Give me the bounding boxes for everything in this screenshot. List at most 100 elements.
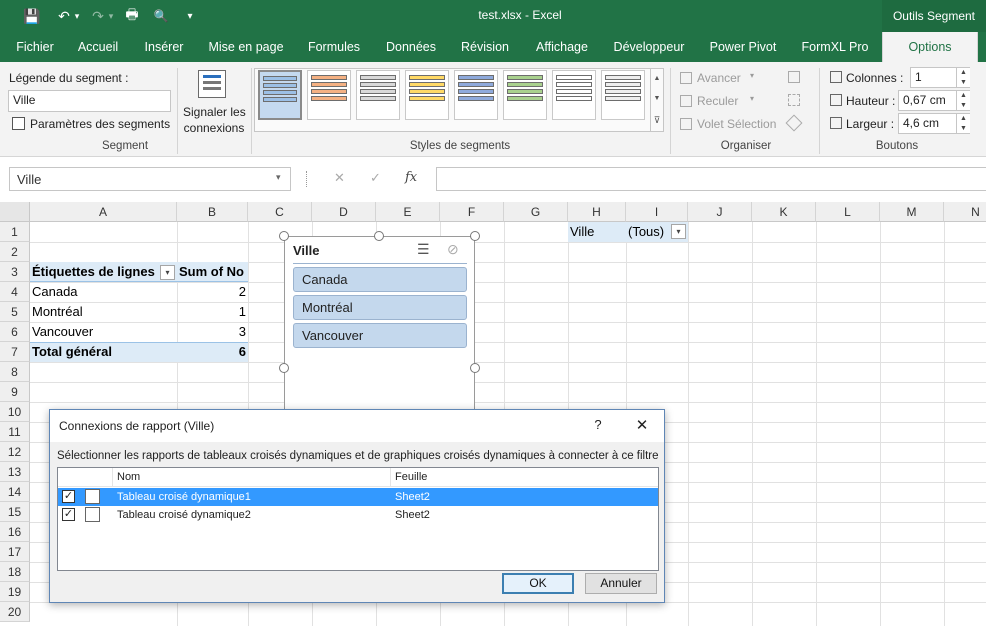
- row-header[interactable]: 12: [0, 442, 30, 462]
- slicer-style-swatch[interactable]: [258, 70, 302, 120]
- resize-handle[interactable]: [374, 231, 384, 241]
- resize-handle[interactable]: [279, 363, 289, 373]
- column-header-i[interactable]: I: [626, 202, 688, 222]
- row-header[interactable]: 3: [0, 262, 30, 282]
- save-icon[interactable]: 💾: [22, 6, 42, 26]
- tab-accueil[interactable]: Accueil: [66, 32, 130, 62]
- report-connections-button[interactable]: Signaler les: [183, 105, 246, 119]
- pivot-row-value[interactable]: 1: [177, 302, 248, 322]
- redo-icon[interactable]: ↷: [88, 6, 108, 26]
- pivot-filter-dropdown-icon[interactable]: ▾: [160, 265, 175, 280]
- formula-bar-grip[interactable]: [306, 171, 309, 187]
- list-header-name[interactable]: Nom: [113, 468, 391, 487]
- report-filter-value[interactable]: (Tous): [626, 222, 666, 242]
- close-button[interactable]: ✕: [632, 416, 652, 434]
- row-header[interactable]: 16: [0, 522, 30, 542]
- column-header-b[interactable]: B: [177, 202, 248, 222]
- slicer-style-swatch[interactable]: [405, 70, 449, 120]
- customize-qat-icon[interactable]: ▾: [180, 6, 200, 26]
- column-header-h[interactable]: H: [568, 202, 626, 222]
- send-backward-button[interactable]: Reculer: [697, 94, 738, 108]
- pivot-row-value[interactable]: 3: [177, 322, 248, 342]
- tab-developpeur[interactable]: Développeur: [604, 32, 694, 62]
- report-filter-field[interactable]: Ville: [568, 222, 596, 242]
- print-preview-icon[interactable]: 🔍: [151, 6, 171, 26]
- print-icon[interactable]: 🖶: [122, 6, 142, 26]
- slicer-style-swatch[interactable]: [454, 70, 498, 120]
- cancel-entry-icon[interactable]: ✕: [334, 170, 345, 186]
- pivot-row-label[interactable]: Vancouver: [30, 322, 95, 342]
- row-header[interactable]: 10: [0, 402, 30, 422]
- row-header[interactable]: 6: [0, 322, 30, 342]
- insert-function-icon[interactable]: fx: [405, 170, 417, 185]
- connection-checkbox[interactable]: ✓: [62, 490, 75, 503]
- bring-forward-dropdown-icon[interactable]: ▾: [750, 71, 754, 80]
- tab-mise-en-page[interactable]: Mise en page: [198, 32, 294, 62]
- resize-handle[interactable]: [470, 363, 480, 373]
- tab-affichage[interactable]: Affichage: [522, 32, 602, 62]
- column-header-e[interactable]: E: [376, 202, 440, 222]
- row-header[interactable]: 15: [0, 502, 30, 522]
- dialog-title-bar[interactable]: Connexions de rapport (Ville) ? ✕: [50, 410, 664, 442]
- columns-spinner[interactable]: ▲ ▼: [956, 68, 970, 87]
- slicer-style-swatch[interactable]: [356, 70, 400, 120]
- row-header[interactable]: 7: [0, 342, 30, 362]
- slicer-style-swatch[interactable]: [552, 70, 596, 120]
- tab-formules[interactable]: Formules: [296, 32, 372, 62]
- row-header[interactable]: 9: [0, 382, 30, 402]
- ok-button[interactable]: OK: [502, 573, 574, 594]
- tab-donnees[interactable]: Données: [374, 32, 448, 62]
- slicer-item[interactable]: Montréal: [293, 295, 467, 320]
- align-icon[interactable]: [788, 71, 800, 83]
- spin-up-icon[interactable]: ▲: [960, 115, 967, 122]
- cancel-button[interactable]: Annuler: [585, 573, 657, 594]
- tab-revision[interactable]: Révision: [450, 32, 520, 62]
- row-header[interactable]: 1: [0, 222, 30, 242]
- name-box-dropdown-icon[interactable]: ▾: [276, 172, 281, 183]
- undo-dropdown-icon[interactable]: ▾: [72, 6, 82, 26]
- pivot-row-label[interactable]: Montréal: [30, 302, 85, 322]
- column-header-k[interactable]: K: [752, 202, 816, 222]
- name-box[interactable]: Ville: [9, 167, 291, 191]
- column-header-f[interactable]: F: [440, 202, 504, 222]
- bring-forward-button[interactable]: Avancer: [697, 71, 741, 85]
- row-header[interactable]: 19: [0, 582, 30, 602]
- confirm-entry-icon[interactable]: ✓: [370, 170, 381, 186]
- slicer-style-swatch[interactable]: [307, 70, 351, 120]
- column-header-g[interactable]: G: [504, 202, 568, 222]
- row-header[interactable]: 14: [0, 482, 30, 502]
- pivot-sum-header[interactable]: Sum of No: [177, 262, 248, 282]
- tab-formxl-pro[interactable]: FormXL Pro: [792, 32, 878, 62]
- column-header-j[interactable]: J: [688, 202, 752, 222]
- slicer-ville[interactable]: Ville ☰ ⊘ Canada Montréal Vancouver: [284, 236, 475, 426]
- column-header-n[interactable]: N: [944, 202, 986, 222]
- slicer-style-swatch[interactable]: [601, 70, 645, 120]
- row-header[interactable]: 13: [0, 462, 30, 482]
- pivot-grand-total-value[interactable]: 6: [177, 342, 248, 362]
- row-header[interactable]: 20: [0, 602, 30, 622]
- spin-down-icon[interactable]: ▼: [960, 102, 967, 109]
- slicer-style-swatch[interactable]: [503, 70, 547, 120]
- list-item[interactable]: ✓ Tableau croisé dynamique2 Sheet2: [58, 506, 658, 524]
- height-spinner[interactable]: ▲ ▼: [956, 91, 970, 110]
- list-item[interactable]: ✓ Tableau croisé dynamique1 Sheet2: [58, 488, 658, 506]
- slicer-item[interactable]: Vancouver: [293, 323, 467, 348]
- width-spinner[interactable]: ▲ ▼: [956, 114, 970, 133]
- row-header[interactable]: 5: [0, 302, 30, 322]
- spin-down-icon[interactable]: ▼: [960, 79, 967, 86]
- tab-power-pivot[interactable]: Power Pivot: [696, 32, 790, 62]
- row-header[interactable]: 18: [0, 562, 30, 582]
- clear-filter-icon[interactable]: ⊘: [447, 241, 459, 258]
- connection-checkbox[interactable]: ✓: [62, 508, 75, 521]
- tab-inserer[interactable]: Insérer: [132, 32, 196, 62]
- redo-dropdown-icon[interactable]: ▾: [106, 6, 116, 26]
- rotate-icon[interactable]: [785, 114, 803, 132]
- gallery-more-icon[interactable]: ⊽: [650, 109, 663, 131]
- send-backward-dropdown-icon[interactable]: ▾: [750, 94, 754, 103]
- column-header-a[interactable]: A: [30, 202, 177, 222]
- resize-handle[interactable]: [279, 231, 289, 241]
- tab-fichier[interactable]: Fichier: [6, 32, 64, 62]
- group-icon[interactable]: [788, 94, 800, 106]
- multi-select-icon[interactable]: ☰: [417, 241, 430, 258]
- spin-down-icon[interactable]: ▼: [960, 125, 967, 132]
